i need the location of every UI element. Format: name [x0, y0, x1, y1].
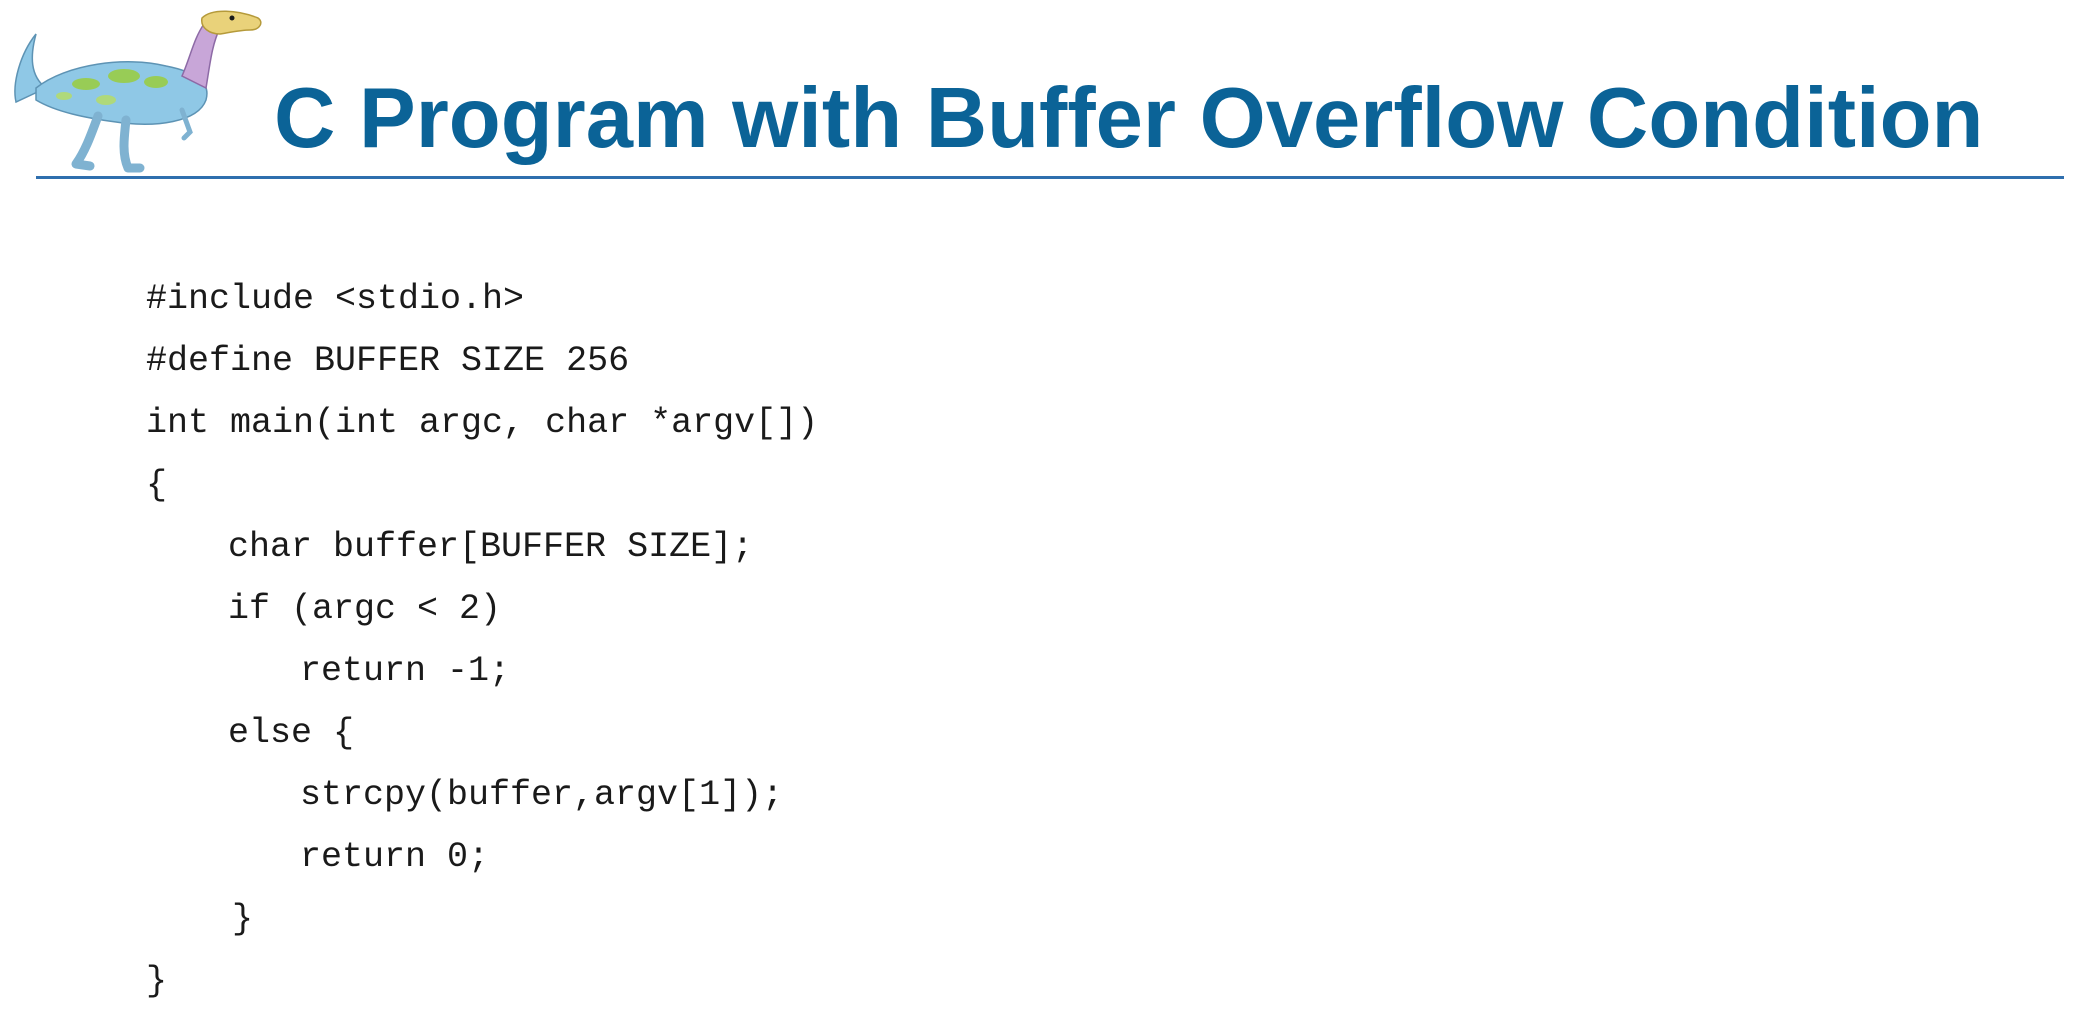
slide: C Program with Buffer Overflow Condition…	[0, 0, 2090, 1005]
dinosaur-logo-icon	[14, 10, 262, 173]
code-line: char buffer[BUFFER SIZE];	[228, 527, 754, 567]
code-line: int main(int argc, char *argv[])	[146, 403, 819, 443]
code-block: #include <stdio.h> #define BUFFER SIZE 2…	[146, 268, 818, 1012]
title-divider	[36, 176, 2064, 179]
code-line: return -1;	[300, 651, 511, 691]
code-line: }	[146, 961, 168, 1001]
code-line: strcpy(buffer,argv[1]);	[300, 775, 784, 815]
slide-title: C Program with Buffer Overflow Condition	[274, 71, 1984, 166]
code-line: #include <stdio.h>	[146, 279, 525, 319]
code-line: else {	[228, 713, 355, 753]
code-line: {	[146, 465, 168, 505]
code-line: #define BUFFER SIZE 256	[146, 341, 630, 381]
code-line: if (argc < 2)	[228, 589, 502, 629]
code-line: }	[232, 899, 254, 939]
code-line: return 0;	[300, 837, 490, 877]
